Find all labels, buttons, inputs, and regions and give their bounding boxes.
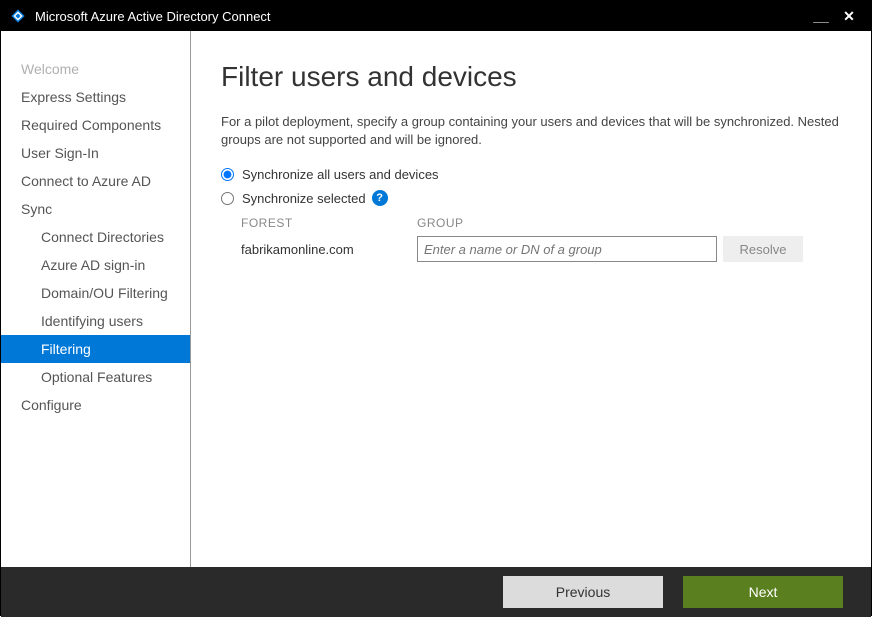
page-description: For a pilot deployment, specify a group … [221,113,841,149]
filter-form: FOREST GROUP fabrikamonline.com Resolve [241,216,841,262]
group-input[interactable] [417,236,717,262]
radio-sync-all[interactable]: Synchronize all users and devices [221,167,841,182]
sidebar-item-identifying-users[interactable]: Identifying users [1,307,190,335]
page-heading: Filter users and devices [221,61,841,93]
radio-sync-all-label: Synchronize all users and devices [242,167,439,182]
radio-sync-all-input[interactable] [221,168,234,181]
sidebar-item-user-sign-in[interactable]: User Sign-In [1,139,190,167]
titlebar: Microsoft Azure Active Directory Connect… [1,1,871,31]
main-area: Welcome Express Settings Required Compon… [1,31,871,567]
forest-column-header: FOREST [241,216,411,230]
sidebar-item-domain-ou-filtering[interactable]: Domain/OU Filtering [1,279,190,307]
resolve-button[interactable]: Resolve [723,236,803,262]
sidebar-item-azure-ad-signin[interactable]: Azure AD sign-in [1,251,190,279]
close-button[interactable]: ✕ [835,8,863,25]
sidebar-item-required-components[interactable]: Required Components [1,111,190,139]
sidebar-item-welcome: Welcome [1,55,190,83]
sidebar-item-connect-directories[interactable]: Connect Directories [1,223,190,251]
sidebar: Welcome Express Settings Required Compon… [1,31,191,567]
radio-sync-selected[interactable]: Synchronize selected ? [221,190,841,206]
sidebar-item-optional-features[interactable]: Optional Features [1,363,190,391]
radio-sync-selected-label: Synchronize selected [242,191,366,206]
next-button[interactable]: Next [683,576,843,608]
previous-button[interactable]: Previous [503,576,663,608]
sidebar-item-connect-azure-ad[interactable]: Connect to Azure AD [1,167,190,195]
footer: Previous Next [1,567,871,617]
sidebar-item-sync[interactable]: Sync [1,195,190,223]
minimize-button[interactable]: __ [807,8,835,24]
azure-logo-icon [9,7,27,25]
sidebar-item-filtering[interactable]: Filtering [1,335,190,363]
group-column-header: GROUP [417,216,717,230]
sidebar-item-configure[interactable]: Configure [1,391,190,419]
forest-value: fabrikamonline.com [241,242,411,257]
window-title: Microsoft Azure Active Directory Connect [35,9,807,24]
help-icon[interactable]: ? [372,190,388,206]
content-pane: Filter users and devices For a pilot dep… [191,31,871,567]
radio-sync-selected-input[interactable] [221,192,234,205]
sidebar-item-express-settings[interactable]: Express Settings [1,83,190,111]
